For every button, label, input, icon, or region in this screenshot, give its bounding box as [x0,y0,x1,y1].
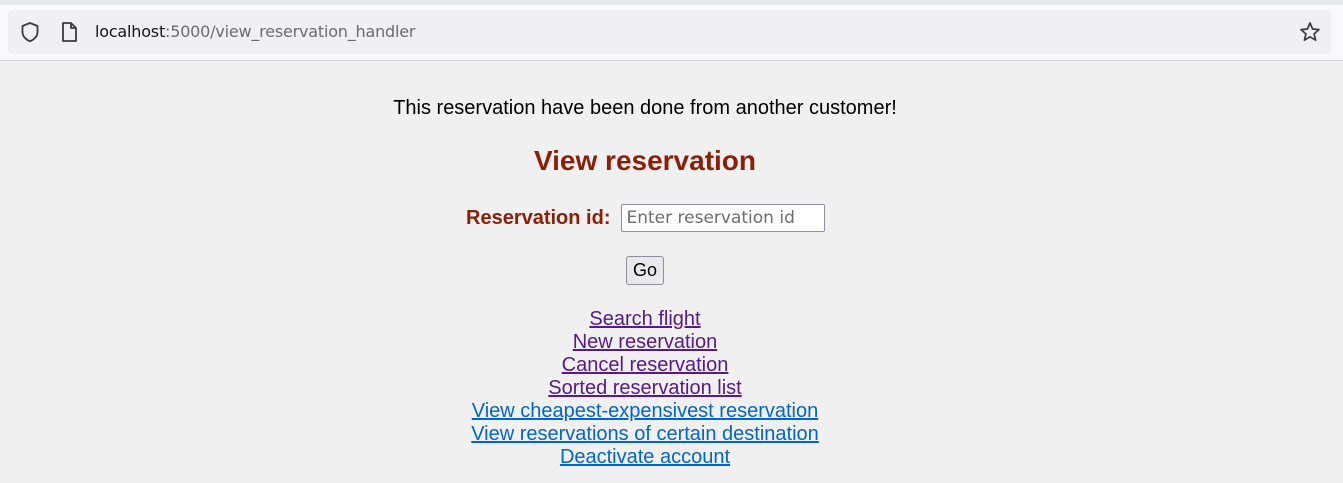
nav-links: Search flight New reservation Cancel res… [0,308,1290,469]
browser-toolbar: localhost:5000/view_reservation_handler [0,5,1343,61]
link-sorted-reservation-list[interactable]: Sorted reservation list [548,377,741,400]
reservation-id-input[interactable] [621,204,826,232]
page-icon [58,21,80,43]
url-text[interactable]: localhost:5000/view_reservation_handler [95,22,415,42]
status-message: This reservation have been done from ano… [393,97,897,119]
reservation-id-label: Reservation id: [466,206,611,229]
shield-icon[interactable] [19,21,41,43]
reservation-form: Reservation id: [466,203,826,233]
link-search-flight[interactable]: Search flight [589,308,700,331]
address-bar[interactable]: localhost:5000/view_reservation_handler [8,10,1331,54]
link-cancel-reservation[interactable]: Cancel reservation [562,354,729,377]
url-host: localhost [95,22,166,41]
link-view-reservations-destination[interactable]: View reservations of certain destination [471,423,819,446]
link-deactivate-account[interactable]: Deactivate account [560,446,730,469]
page-content: This reservation have been done from ano… [0,62,1343,483]
link-new-reservation[interactable]: New reservation [573,331,718,354]
go-button[interactable]: Go [626,256,664,285]
link-view-cheapest-expensivest[interactable]: View cheapest-expensivest reservation [472,400,818,423]
url-path: :5000/view_reservation_handler [165,22,416,41]
bookmark-star-icon[interactable] [1299,21,1321,43]
page-title: View reservation [533,145,757,176]
